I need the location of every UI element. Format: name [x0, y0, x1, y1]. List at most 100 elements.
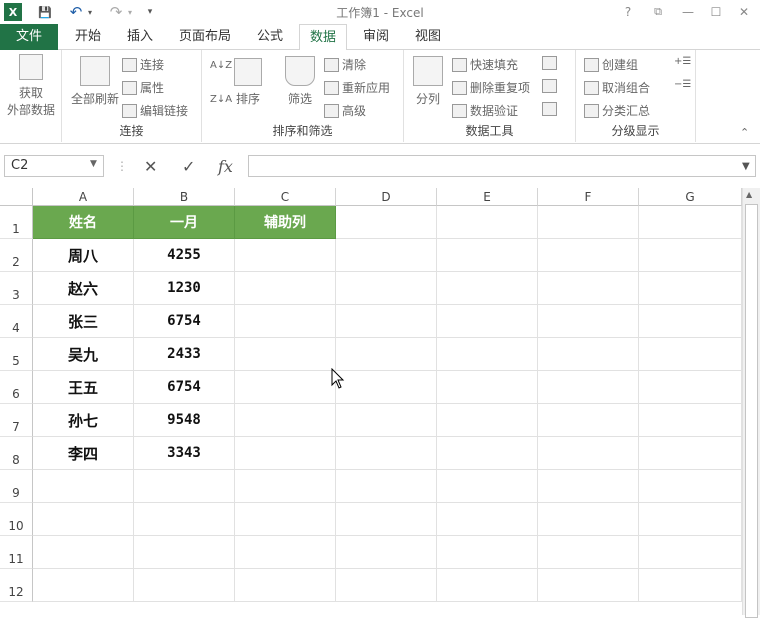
column-header-a[interactable]: A	[33, 188, 134, 206]
name-box[interactable]: C2	[4, 155, 104, 177]
row-header-5[interactable]: 5	[0, 338, 33, 371]
cell-b5[interactable]: 2433	[134, 338, 235, 371]
cell-c10[interactable]	[235, 503, 336, 536]
cell-f2[interactable]	[538, 239, 639, 272]
cell-g5[interactable]	[639, 338, 742, 371]
cell-d5[interactable]	[336, 338, 437, 371]
restore-icon[interactable]: ☐	[704, 2, 728, 22]
cell-f1[interactable]	[538, 206, 639, 239]
cell-f11[interactable]	[538, 536, 639, 569]
tab-formulas[interactable]: 公式	[248, 24, 292, 50]
column-header-e[interactable]: E	[437, 188, 538, 206]
cell-f9[interactable]	[538, 470, 639, 503]
cancel-icon[interactable]: ✕	[144, 155, 157, 177]
cell-e2[interactable]	[437, 239, 538, 272]
row-header-9[interactable]: 9	[0, 470, 33, 503]
cell-b8[interactable]: 3343	[134, 437, 235, 470]
column-header-c[interactable]: C	[235, 188, 336, 206]
cell-b12[interactable]	[134, 569, 235, 602]
what-if-icon[interactable]	[542, 79, 560, 93]
help-icon[interactable]: ?	[616, 2, 640, 22]
cell-d9[interactable]	[336, 470, 437, 503]
tab-data[interactable]: 数据	[299, 24, 347, 51]
data-validation-button[interactable]: 数据验证	[452, 102, 518, 119]
row-header-1[interactable]: 1	[0, 206, 33, 239]
cell-d8[interactable]	[336, 437, 437, 470]
cell-c4[interactable]	[235, 305, 336, 338]
cell-e12[interactable]	[437, 569, 538, 602]
select-all-corner[interactable]	[0, 188, 33, 206]
show-detail-icon[interactable]: +☰	[674, 56, 691, 67]
cell-a6[interactable]: 王五	[33, 371, 134, 404]
cell-d12[interactable]	[336, 569, 437, 602]
row-header-3[interactable]: 3	[0, 272, 33, 305]
cell-e6[interactable]	[437, 371, 538, 404]
cell-a5[interactable]: 吴九	[33, 338, 134, 371]
cell-g12[interactable]	[639, 569, 742, 602]
cell-e11[interactable]	[437, 536, 538, 569]
tab-page-layout[interactable]: 页面布局	[172, 24, 238, 50]
vertical-scrollbar[interactable]: ▲	[742, 188, 760, 618]
cell-a2[interactable]: 周八	[33, 239, 134, 272]
get-external-data-button[interactable]: 获取 外部数据	[0, 54, 62, 118]
reapply-button[interactable]: 重新应用	[324, 79, 390, 96]
cell-b7[interactable]: 9548	[134, 404, 235, 437]
cell-e5[interactable]	[437, 338, 538, 371]
flash-fill-button[interactable]: 快速填充	[452, 56, 518, 73]
cell-e3[interactable]	[437, 272, 538, 305]
refresh-all-button[interactable]: 全部刷新	[66, 56, 124, 107]
cell-a11[interactable]	[33, 536, 134, 569]
column-header-b[interactable]: B	[134, 188, 235, 206]
expand-formula-bar-icon[interactable]: ▼	[742, 155, 750, 177]
worksheet-grid[interactable]: A B C D E F G 1 姓名 一月 辅助列 2 周八 4255 3 赵六 1230 4 张三 6…	[0, 188, 742, 615]
sort-button[interactable]: 排序	[232, 58, 264, 107]
text-to-columns-button[interactable]: 分列	[408, 56, 448, 107]
cell-d7[interactable]	[336, 404, 437, 437]
cell-a10[interactable]	[33, 503, 134, 536]
cell-f8[interactable]	[538, 437, 639, 470]
ribbon-display-icon[interactable]: ⧉	[646, 2, 670, 22]
cell-d1[interactable]	[336, 206, 437, 239]
collapse-ribbon-icon[interactable]: ⌃	[740, 126, 749, 139]
cell-a12[interactable]	[33, 569, 134, 602]
cell-e4[interactable]	[437, 305, 538, 338]
advanced-button[interactable]: 高级	[324, 102, 366, 119]
group-button[interactable]: 创建组	[584, 56, 638, 73]
enter-icon[interactable]: ✓	[182, 155, 195, 177]
remove-duplicates-button[interactable]: 删除重复项	[452, 79, 530, 96]
cell-g6[interactable]	[639, 371, 742, 404]
hide-detail-icon[interactable]: −☰	[674, 79, 691, 90]
connections-button[interactable]: 连接	[122, 56, 164, 73]
relationships-icon[interactable]	[542, 102, 560, 116]
cell-b10[interactable]	[134, 503, 235, 536]
cell-g7[interactable]	[639, 404, 742, 437]
cell-d11[interactable]	[336, 536, 437, 569]
cell-f6[interactable]	[538, 371, 639, 404]
scroll-up-icon[interactable]: ▲	[746, 190, 752, 199]
cell-c8[interactable]	[235, 437, 336, 470]
clear-filter-button[interactable]: 清除	[324, 56, 366, 73]
cell-c1[interactable]: 辅助列	[235, 206, 336, 239]
cell-e7[interactable]	[437, 404, 538, 437]
tab-review[interactable]: 审阅	[354, 24, 398, 50]
row-header-11[interactable]: 11	[0, 536, 33, 569]
cell-c3[interactable]	[235, 272, 336, 305]
subtotal-button[interactable]: 分类汇总	[584, 102, 650, 119]
cell-g2[interactable]	[639, 239, 742, 272]
cell-f12[interactable]	[538, 569, 639, 602]
cell-b6[interactable]: 6754	[134, 371, 235, 404]
cell-f4[interactable]	[538, 305, 639, 338]
cell-b4[interactable]: 6754	[134, 305, 235, 338]
cell-a4[interactable]: 张三	[33, 305, 134, 338]
tab-file[interactable]: 文件	[0, 24, 58, 50]
cell-a3[interactable]: 赵六	[33, 272, 134, 305]
filter-button[interactable]: 筛选	[282, 56, 318, 107]
name-box-dropdown-icon[interactable]: ▼	[90, 159, 97, 169]
edit-links-button[interactable]: 编辑链接	[122, 102, 188, 119]
sort-descending-icon[interactable]: Z↓A	[210, 94, 232, 105]
column-header-g[interactable]: G	[639, 188, 742, 206]
cell-f5[interactable]	[538, 338, 639, 371]
cell-f7[interactable]	[538, 404, 639, 437]
cell-b1[interactable]: 一月	[134, 206, 235, 239]
column-header-d[interactable]: D	[336, 188, 437, 206]
